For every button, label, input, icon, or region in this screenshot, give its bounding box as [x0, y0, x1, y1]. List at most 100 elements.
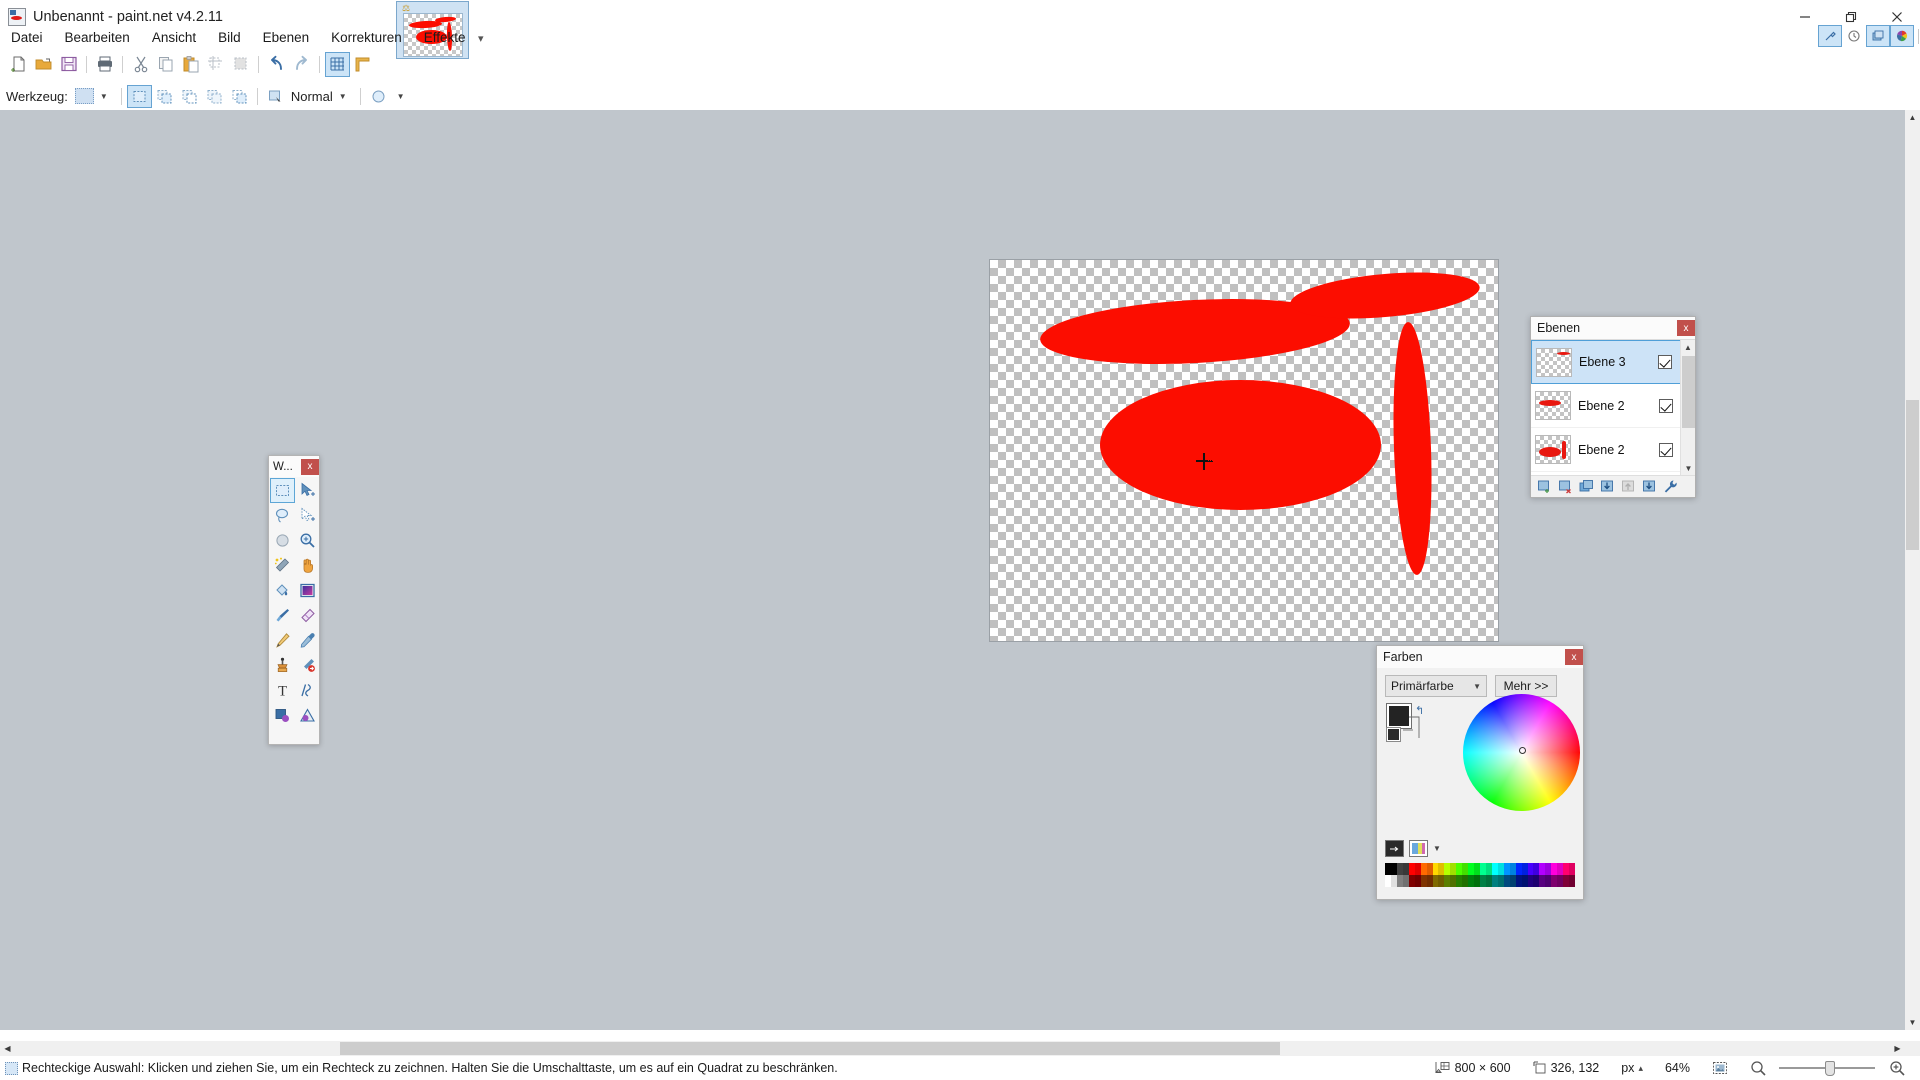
undo-icon[interactable] — [264, 52, 289, 77]
palette-swatch[interactable] — [1497, 863, 1504, 875]
tools-palette-close-icon[interactable]: x — [301, 458, 319, 475]
horizontal-scrollbar[interactable]: ◀ ▶ — [0, 1041, 1920, 1056]
tool-gradient[interactable] — [295, 578, 320, 603]
table-row[interactable]: Ebene 3 — [1531, 340, 1681, 384]
fit-to-window-button[interactable] — [1712, 1061, 1728, 1075]
colors-panel-close-icon[interactable]: x — [1565, 649, 1583, 665]
layers-scrollbar[interactable]: ▲ ▼ — [1680, 340, 1695, 475]
redo-icon[interactable] — [289, 52, 314, 77]
image-canvas[interactable] — [990, 260, 1498, 641]
table-row[interactable]: Ebene 2 — [1531, 428, 1681, 472]
palette-swatch[interactable] — [1462, 863, 1469, 875]
palette-save-icon[interactable] — [1385, 840, 1404, 857]
move-layer-down-button[interactable] — [1640, 477, 1659, 496]
crop-to-selection-icon[interactable] — [203, 52, 228, 77]
tool-zoom[interactable] — [295, 528, 320, 553]
menu-bearbeiten[interactable]: Bearbeiten — [54, 26, 141, 49]
palette-swatch[interactable] — [1414, 863, 1421, 875]
blend-mode-icon[interactable] — [263, 85, 288, 108]
blend-mode-dropdown-icon[interactable]: ▼ — [339, 92, 347, 101]
scroll-down-icon[interactable]: ▼ — [1905, 1015, 1920, 1030]
menu-bild[interactable]: Bild — [207, 26, 252, 49]
unit-dropdown-icon[interactable]: ▴ — [1638, 1063, 1643, 1074]
tools-palette-window[interactable]: W... x T — [268, 455, 320, 745]
tool-move-selection[interactable] — [295, 503, 320, 528]
layer-visibility-checkbox[interactable] — [1659, 398, 1673, 413]
tool-clone-stamp[interactable] — [270, 653, 295, 678]
rulers-icon[interactable] — [350, 52, 375, 77]
palette-dropdown-icon[interactable]: ▼ — [1433, 844, 1441, 853]
new-image-icon[interactable] — [6, 52, 31, 77]
add-layer-button[interactable] — [1535, 477, 1554, 496]
tool-line-curve[interactable] — [295, 678, 320, 703]
tool-pan[interactable] — [295, 553, 320, 578]
open-image-icon[interactable] — [31, 52, 56, 77]
table-row[interactable]: Ebene 2 — [1531, 384, 1681, 428]
tool-magic-wand[interactable] — [270, 553, 295, 578]
palette-swatch[interactable] — [1497, 875, 1504, 887]
move-layer-up-button[interactable] — [1619, 477, 1638, 496]
selection-union-button[interactable] — [152, 85, 177, 108]
palette-swatch[interactable] — [1485, 863, 1492, 875]
menu-datei[interactable]: Datei — [0, 26, 54, 49]
palette-select-icon[interactable] — [1409, 840, 1428, 857]
palette-swatch[interactable] — [1485, 875, 1492, 887]
tool-pencil[interactable] — [270, 628, 295, 653]
menu-korrekturen[interactable]: Korrekturen — [320, 26, 413, 49]
tool-color-picker[interactable] — [295, 628, 320, 653]
palette-swatch[interactable] — [1438, 863, 1445, 875]
selection-exclude-button[interactable] — [177, 85, 202, 108]
vertical-scrollbar[interactable]: ▲ ▼ — [1905, 110, 1920, 1030]
duplicate-layer-button[interactable] — [1577, 477, 1596, 496]
tool-shapes[interactable] — [270, 703, 295, 728]
tool-paint-bucket[interactable] — [270, 578, 295, 603]
palette-swatch[interactable] — [1521, 875, 1528, 887]
current-tool-swatch[interactable] — [74, 88, 94, 104]
palette-swatch[interactable] — [1545, 875, 1552, 887]
tool-text[interactable]: T — [270, 678, 295, 703]
antialiasing-dropdown-icon[interactable]: ▼ — [397, 92, 405, 101]
palette-swatch[interactable] — [1426, 863, 1433, 875]
menu-ebenen[interactable]: Ebenen — [252, 26, 321, 49]
selection-xor-button[interactable] — [202, 85, 227, 108]
tool-lasso-select[interactable] — [270, 503, 295, 528]
layers-window-icon[interactable] — [1866, 25, 1890, 47]
thumbnail-dropdown-icon[interactable]: ▾ — [478, 32, 484, 45]
vertical-scrollbar-thumb[interactable] — [1906, 400, 1919, 550]
cut-icon[interactable] — [128, 52, 153, 77]
zoom-slider-knob[interactable] — [1825, 1061, 1835, 1076]
save-image-icon[interactable] — [56, 52, 81, 77]
palette-swatch[interactable] — [1533, 863, 1540, 875]
palette-swatch[interactable] — [1402, 875, 1409, 887]
zoom-out-button[interactable] — [1750, 1060, 1767, 1077]
palette-swatch[interactable] — [1533, 875, 1540, 887]
antialiasing-icon[interactable] — [366, 85, 391, 108]
tool-eraser[interactable] — [295, 603, 320, 628]
palette-swatch[interactable] — [1390, 863, 1397, 875]
color-wheel-marker[interactable] — [1519, 747, 1526, 754]
menu-effekte[interactable]: Effekte — [413, 26, 477, 49]
horizontal-scrollbar-thumb[interactable] — [340, 1042, 1280, 1055]
deselect-icon[interactable] — [228, 52, 253, 77]
tool-rectangle-select[interactable] — [270, 478, 295, 503]
scroll-up-icon[interactable]: ▲ — [1681, 340, 1695, 355]
unit-group[interactable]: px ▴ — [1621, 1061, 1643, 1075]
palette-swatch[interactable] — [1569, 863, 1575, 875]
tool-ellipse-select[interactable] — [270, 528, 295, 553]
palette-swatch[interactable] — [1414, 875, 1421, 887]
layers-panel-close-icon[interactable]: x — [1677, 320, 1695, 336]
colors-window-icon[interactable] — [1890, 25, 1914, 47]
palette-swatch[interactable] — [1474, 875, 1480, 887]
selection-intersect-button[interactable] — [227, 85, 252, 108]
layers-panel-window[interactable]: Ebenen x Ebene 3 Ebene 2 Ebene 2 ▲ ▼ — [1530, 316, 1696, 498]
paste-icon[interactable] — [178, 52, 203, 77]
palette-swatch[interactable] — [1569, 875, 1575, 887]
palette-swatch[interactable] — [1557, 863, 1564, 875]
tool-dropdown-icon[interactable]: ▼ — [100, 92, 108, 101]
layer-visibility-checkbox[interactable] — [1659, 442, 1673, 457]
palette-swatch[interactable] — [1390, 875, 1397, 887]
palette-swatch[interactable] — [1438, 875, 1445, 887]
layer-visibility-checkbox[interactable] — [1658, 355, 1672, 369]
color-palette[interactable] — [1385, 863, 1575, 887]
scroll-up-icon[interactable]: ▲ — [1905, 110, 1920, 125]
